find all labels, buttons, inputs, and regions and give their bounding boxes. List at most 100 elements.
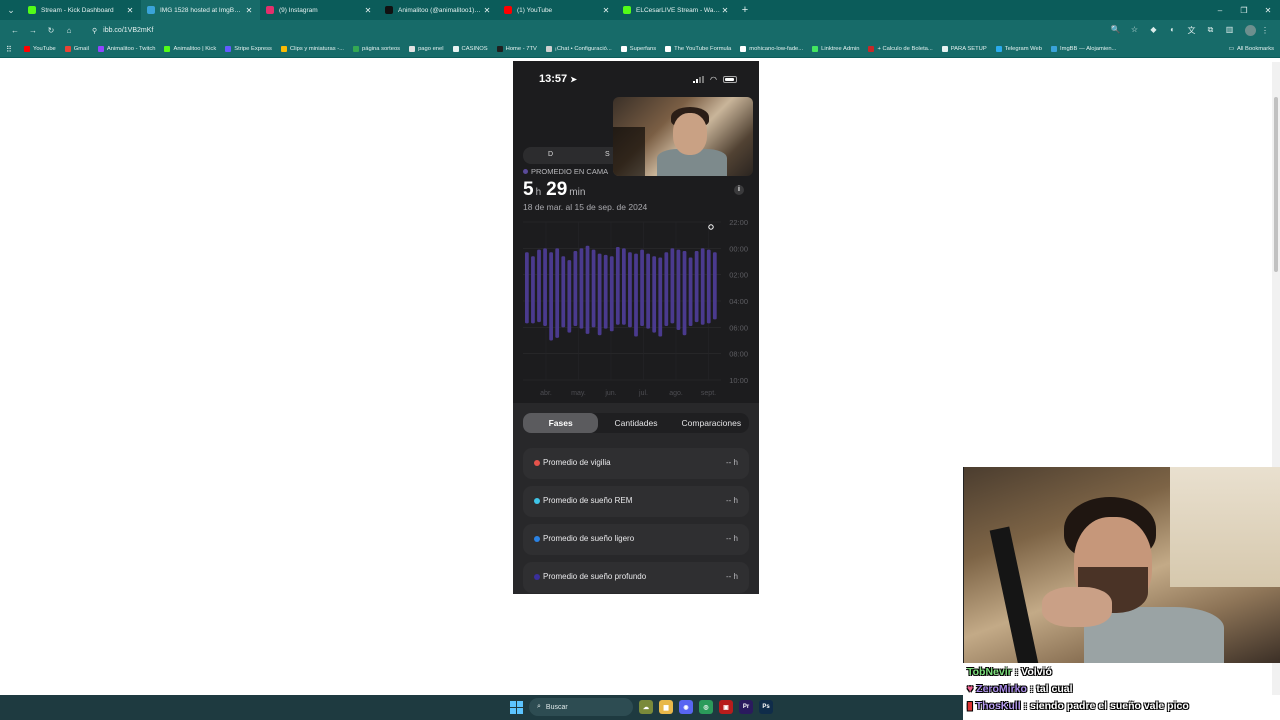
new-tab-button[interactable]: + (736, 4, 754, 16)
stage-value: -- h (726, 534, 738, 543)
all-bookmarks[interactable]: ▭ All Bookmarks (1228, 46, 1274, 52)
reload-icon[interactable]: ↻ (42, 26, 60, 35)
segment-day[interactable]: D (548, 151, 553, 158)
phone-time-text: 13:57 (539, 73, 568, 85)
browser-tab[interactable]: ELCesarLIVE Stream - Watch Li ✕ (617, 0, 736, 20)
bookmark-item[interactable]: Animalitoo - Twitch (97, 46, 155, 52)
bookmark-item[interactable]: + Calculo de Boleta... (868, 46, 933, 52)
extensions-puzzle-icon[interactable]: ⧉ (1201, 25, 1220, 36)
sidepanel-icon[interactable]: ▥ (1220, 25, 1239, 36)
bookmark-item[interactable]: YouTube (24, 46, 56, 52)
window-controls: – ❐ ✕ (1208, 6, 1280, 15)
apps-grid-icon[interactable]: ⠿ (6, 45, 24, 54)
phone-status-icons: ◠ (693, 75, 737, 84)
flag-badge-icon: ▮ (967, 700, 973, 712)
menu-icon[interactable]: ⋮ (1256, 26, 1274, 35)
tab-close-icon[interactable]: ✕ (244, 6, 254, 15)
stage-label: Promedio de vigilia (543, 458, 611, 467)
scrollbar-thumb[interactable] (1274, 97, 1278, 272)
phase-tab[interactable]: Cantidades (598, 413, 673, 433)
bookmark-item[interactable]: Linktree Admin (812, 46, 859, 52)
bookmark-item[interactable]: The YouTube Formula (665, 46, 731, 52)
stage-row[interactable]: Promedio de sueño profundo -- h (523, 562, 749, 593)
minimize-icon[interactable]: – (1208, 6, 1232, 15)
browser-tab[interactable]: (1) YouTube ✕ (498, 0, 617, 20)
file-explorer-icon[interactable]: ▆ (659, 700, 673, 714)
zoom-icon[interactable]: 🔍 (1106, 25, 1125, 36)
toolbar-icons: 🔍 ☆ ◆ ◐ 文 ⧉ ▥ (1106, 25, 1239, 36)
extension2-icon[interactable]: ◐ (1163, 25, 1182, 36)
bookmark-favicon-icon (496, 46, 503, 52)
chat-user: ZeroMirko (976, 683, 1027, 695)
tab-close-icon[interactable]: ✕ (601, 6, 611, 15)
bookmark-item[interactable]: Superfans (620, 46, 656, 52)
bookmark-item[interactable]: pago enel (409, 46, 444, 52)
signal-icon (693, 76, 705, 83)
tab-search-icon[interactable]: ⌄ (0, 0, 22, 20)
bookmark-item[interactable]: página sorteos (353, 46, 400, 52)
translate-icon[interactable]: 文 (1182, 25, 1201, 36)
stage-color-dot (534, 536, 540, 542)
browser-tab[interactable]: Animalitoo (@animalitoo1) | Ti ✕ (379, 0, 498, 20)
browser-tab[interactable]: Stream - Kick Dashboard ✕ (22, 0, 141, 20)
widget-icon[interactable]: ☁ (639, 700, 653, 714)
windows-start-icon[interactable] (510, 700, 523, 714)
phase-tab[interactable]: Fases (523, 413, 599, 433)
bookmark-star-icon[interactable]: ☆ (1125, 25, 1144, 36)
phone-time: 13:57 ➤ (539, 73, 577, 85)
search-icon: ⌕ (537, 703, 541, 710)
extension-icon[interactable]: ◆ (1144, 25, 1163, 36)
home-icon[interactable]: ⌂ (60, 26, 78, 35)
bookmark-item[interactable]: Home - 7TV (496, 46, 537, 52)
bookmark-label: mohicano-low-fade... (749, 46, 804, 52)
bookmark-label: PARA SETUP (950, 46, 987, 52)
bookmark-item[interactable]: CASINOS (452, 46, 488, 52)
browser-tab[interactable]: (9) Instagram ✕ (260, 0, 379, 20)
chrome-icon[interactable]: ◎ (699, 700, 713, 714)
app-icon[interactable]: ▣ (719, 700, 733, 714)
premiere-icon[interactable]: Pr (739, 700, 753, 714)
sleep-bar (658, 257, 663, 337)
info-icon[interactable]: i (734, 185, 744, 195)
stage-row[interactable]: Promedio de sueño REM -- h (523, 486, 749, 517)
profile-avatar[interactable] (1245, 25, 1256, 36)
bookmark-item[interactable]: PARA SETUP (941, 46, 987, 52)
tab-close-icon[interactable]: ✕ (363, 6, 373, 15)
tab-title: (1) YouTube (517, 6, 553, 14)
bookmark-item[interactable]: Stripe Express (225, 46, 272, 52)
bookmark-item[interactable]: Clips y miniaturas -... (280, 46, 344, 52)
photoshop-icon[interactable]: Ps (759, 700, 773, 714)
sleep-bar (597, 253, 602, 336)
bookmark-favicon-icon (868, 46, 875, 52)
stream-chat-overlay: TobNevir: Volvió ♥ ZeroMirko: tal cual ▮… (963, 663, 1280, 720)
tab-close-icon[interactable]: ✕ (482, 6, 492, 15)
discord-icon[interactable]: ◉ (679, 700, 693, 714)
bookmark-item[interactable]: Telegram Web (995, 46, 1042, 52)
restore-icon[interactable]: ❐ (1232, 6, 1256, 15)
site-info-icon[interactable]: ⚲ (92, 27, 97, 35)
bookmark-favicon-icon (545, 46, 552, 52)
forward-icon[interactable]: → (24, 26, 42, 35)
tab-close-icon[interactable]: ✕ (720, 6, 730, 15)
bookmark-item[interactable]: ¡Chat • Configuració... (545, 46, 612, 52)
back-icon[interactable]: ← (6, 26, 24, 35)
bookmark-item[interactable]: ImgBB — Alojamien... (1051, 46, 1116, 52)
tab-close-icon[interactable]: ✕ (125, 6, 135, 15)
bookmark-favicon-icon (97, 46, 104, 52)
segment-week[interactable]: S (605, 151, 610, 158)
x-tick-label: jun. (604, 390, 616, 397)
taskbar-search[interactable]: ⌕ Buscar (529, 698, 633, 716)
close-window-icon[interactable]: ✕ (1256, 6, 1280, 15)
bookmark-item[interactable]: mohicano-low-fade... (740, 46, 803, 52)
bookmark-item[interactable]: Gmail (64, 46, 89, 52)
address-bar[interactable]: ⚲ ibb.co/1VB2mKf (84, 23, 1106, 38)
browser-tab[interactable]: IMG 1528 hosted at ImgBB — I ✕ (141, 0, 260, 20)
stage-row[interactable]: Promedio de vigilia -- h (523, 448, 749, 479)
sleep-bar (549, 252, 554, 341)
bookmark-item[interactable]: Animalitoo | Kick (164, 46, 216, 52)
bookmark-label: ImgBB — Alojamien... (1060, 46, 1117, 52)
phases-tabs: Fases Cantidades Comparaciones (523, 413, 749, 433)
tab-favicon-icon (623, 6, 631, 14)
phase-tab[interactable]: Comparaciones (674, 413, 749, 433)
stage-row[interactable]: Promedio de sueño ligero -- h (523, 524, 749, 555)
